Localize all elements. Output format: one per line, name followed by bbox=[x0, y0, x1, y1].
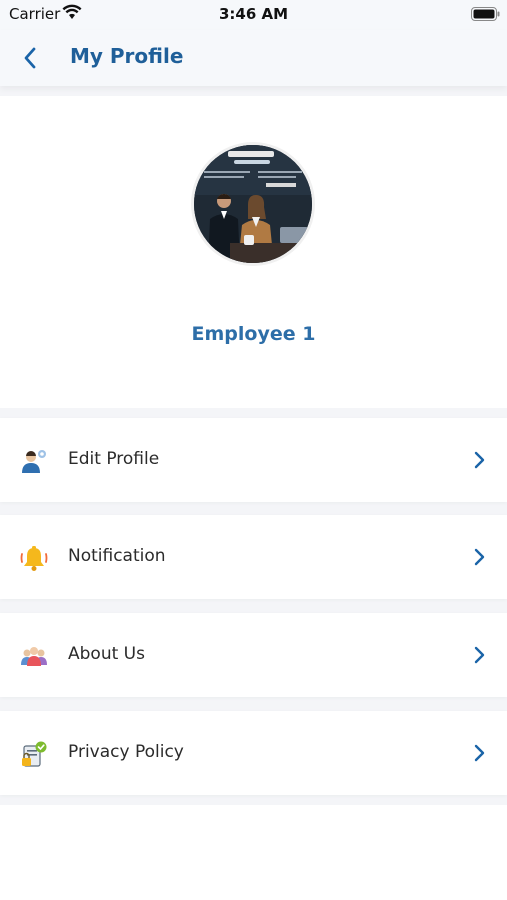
bell-icon bbox=[20, 546, 48, 571]
menu-item-privacy-policy[interactable]: Privacy Policy bbox=[0, 711, 507, 795]
back-button[interactable] bbox=[14, 42, 46, 74]
menu-item-label: About Us bbox=[68, 644, 145, 664]
chevron-left-icon bbox=[24, 47, 36, 69]
team-icon bbox=[21, 647, 47, 666]
profile-name: Employee 1 bbox=[191, 323, 316, 345]
menu-item-label: Notification bbox=[68, 546, 166, 566]
battery-icon bbox=[471, 7, 500, 21]
page-title: My Profile bbox=[70, 44, 184, 68]
status-bar: Carrier 3:46 AM bbox=[0, 0, 507, 30]
menu-item-label: Privacy Policy bbox=[68, 742, 184, 762]
clock: 3:46 AM bbox=[218, 5, 289, 23]
menu-item-edit-profile[interactable]: Edit Profile bbox=[0, 418, 507, 502]
menu-item-about-us[interactable]: About Us bbox=[0, 613, 507, 697]
privacy-icon bbox=[22, 741, 47, 767]
chevron-right-icon bbox=[474, 744, 485, 762]
nav-bar: My Profile bbox=[0, 30, 507, 86]
chevron-right-icon bbox=[474, 548, 485, 566]
menu-item-label: Edit Profile bbox=[68, 449, 160, 469]
chevron-right-icon bbox=[474, 451, 485, 469]
avatar-photo bbox=[194, 145, 312, 263]
page-background bbox=[0, 805, 507, 900]
avatar[interactable] bbox=[194, 145, 312, 263]
profile-card: Employee 1 bbox=[0, 96, 507, 408]
chevron-right-icon bbox=[474, 646, 485, 664]
menu-item-notification[interactable]: Notification bbox=[0, 515, 507, 599]
user-edit-icon bbox=[22, 450, 46, 473]
